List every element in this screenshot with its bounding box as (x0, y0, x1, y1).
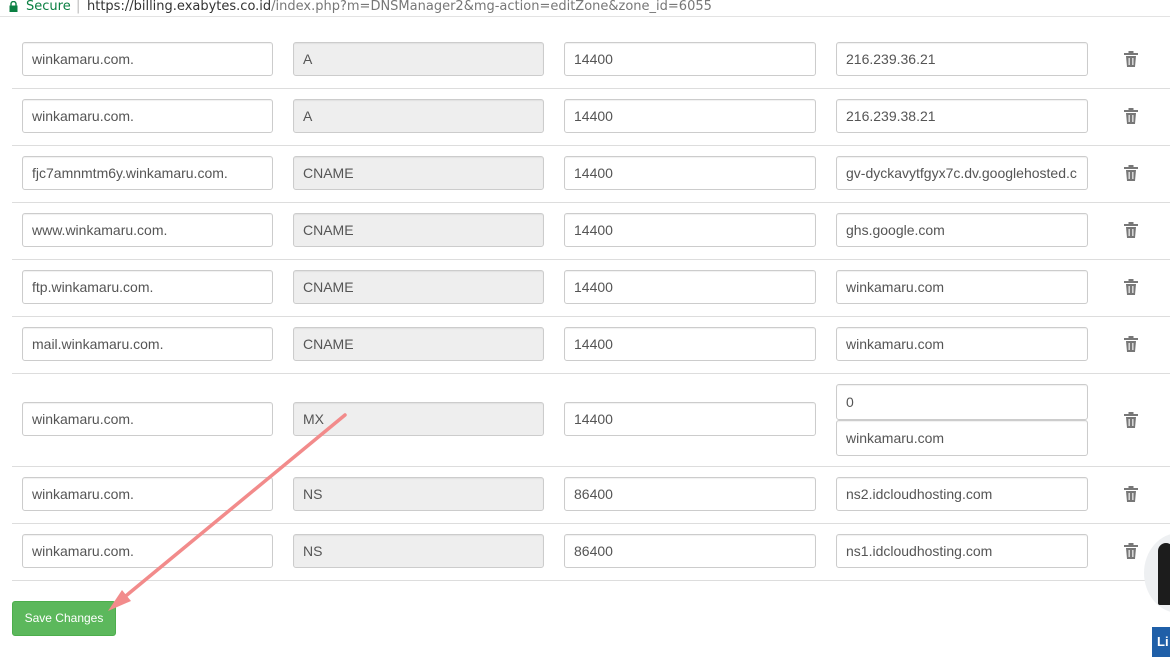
dns-record-row: winkamaru.com. A 14400 216.239.36.21 (12, 31, 1170, 89)
record-priority-input[interactable]: 0 (836, 384, 1088, 420)
record-value-input[interactable]: ghs.google.com (836, 213, 1088, 247)
record-type-field: CNAME (293, 327, 544, 361)
record-type-field: CNAME (293, 156, 544, 190)
record-name-input[interactable]: winkamaru.com. (22, 99, 273, 133)
browser-address-bar[interactable]: Secure | https://billing.exabytes.co.id/… (0, 0, 1170, 17)
record-name-input[interactable]: winkamaru.com. (22, 534, 273, 568)
address-url[interactable]: https://billing.exabytes.co.id/index.php… (87, 0, 712, 14)
record-ttl-input[interactable]: 14400 (564, 42, 816, 76)
chat-widget-label[interactable]: Li (1152, 627, 1170, 657)
record-type-field: A (293, 99, 544, 133)
dns-record-row: winkamaru.com. MX 14400 0 winkamaru.com (12, 373, 1170, 467)
trash-icon[interactable] (1124, 165, 1138, 181)
record-type-field: MX (293, 402, 544, 436)
trash-icon[interactable] (1124, 486, 1138, 502)
url-path: /index.php?m=DNSManager2&mg-action=editZ… (271, 0, 712, 14)
record-value-input[interactable]: winkamaru.com (836, 327, 1088, 361)
trash-icon[interactable] (1124, 543, 1138, 559)
record-name-input[interactable]: www.winkamaru.com. (22, 213, 273, 247)
record-name-input[interactable]: winkamaru.com. (22, 477, 273, 511)
trash-icon[interactable] (1124, 279, 1138, 295)
dns-record-row: winkamaru.com. A 14400 216.239.38.21 (12, 88, 1170, 146)
trash-icon[interactable] (1124, 412, 1138, 428)
record-name-input[interactable]: mail.winkamaru.com. (22, 327, 273, 361)
trash-icon[interactable] (1124, 222, 1138, 238)
record-type-field: NS (293, 477, 544, 511)
address-separator: | (76, 0, 81, 14)
record-value-input[interactable]: winkamaru.com (836, 420, 1088, 456)
record-ttl-input[interactable]: 86400 (564, 477, 816, 511)
dns-record-row: mail.winkamaru.com. CNAME 14400 winkamar… (12, 316, 1170, 374)
record-value-input[interactable]: winkamaru.com (836, 270, 1088, 304)
record-ttl-input[interactable]: 14400 (564, 327, 816, 361)
record-value-input[interactable]: 216.239.36.21 (836, 42, 1088, 76)
dns-record-row: fjc7amnmtm6y.winkamaru.com. CNAME 14400 … (12, 145, 1170, 203)
record-value-input[interactable]: ns1.idcloudhosting.com (836, 534, 1088, 568)
record-ttl-input[interactable]: 14400 (564, 156, 816, 190)
person-icon (1158, 543, 1170, 605)
record-name-input[interactable]: fjc7amnmtm6y.winkamaru.com. (22, 156, 273, 190)
record-type-field: CNAME (293, 213, 544, 247)
record-name-input[interactable]: ftp.winkamaru.com. (22, 270, 273, 304)
record-type-field: A (293, 42, 544, 76)
dns-record-row: winkamaru.com. NS 86400 ns1.idcloudhosti… (12, 523, 1170, 581)
record-name-input[interactable]: winkamaru.com. (22, 42, 273, 76)
record-ttl-input[interactable]: 14400 (564, 402, 816, 436)
record-type-field: CNAME (293, 270, 544, 304)
record-ttl-input[interactable]: 14400 (564, 213, 816, 247)
record-ttl-input[interactable]: 14400 (564, 270, 816, 304)
trash-icon[interactable] (1124, 108, 1138, 124)
dns-record-row: www.winkamaru.com. CNAME 14400 ghs.googl… (12, 202, 1170, 260)
save-changes-button[interactable]: Save Changes (12, 601, 116, 636)
secure-label: Secure (26, 0, 71, 14)
record-value-input[interactable]: gv-dyckavytfgyx7c.dv.googlehosted.c (836, 156, 1088, 190)
lock-icon (9, 1, 18, 12)
dns-record-row: ftp.winkamaru.com. CNAME 14400 winkamaru… (12, 259, 1170, 317)
record-ttl-input[interactable]: 86400 (564, 534, 816, 568)
trash-icon[interactable] (1124, 51, 1138, 67)
record-value-input[interactable]: 216.239.38.21 (836, 99, 1088, 133)
trash-icon[interactable] (1124, 336, 1138, 352)
record-ttl-input[interactable]: 14400 (564, 99, 816, 133)
dns-record-row: winkamaru.com. NS 86400 ns2.idcloudhosti… (12, 466, 1170, 524)
record-type-field: NS (293, 534, 544, 568)
record-name-input[interactable]: winkamaru.com. (22, 402, 273, 436)
url-host: https://billing.exabytes.co.id (87, 0, 272, 14)
record-value-input[interactable]: ns2.idcloudhosting.com (836, 477, 1088, 511)
